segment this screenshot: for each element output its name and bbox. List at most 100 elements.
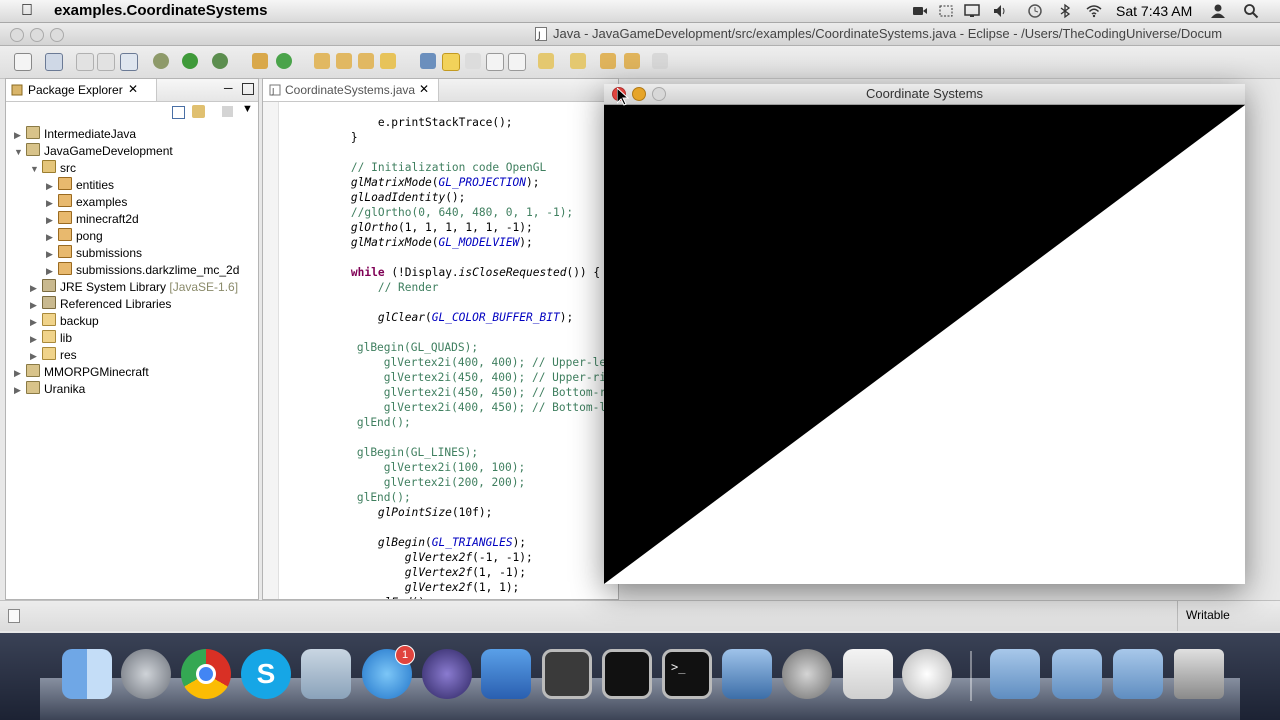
- tree-item[interactable]: ▶ pong: [46, 228, 103, 245]
- window-icon[interactable]: [542, 649, 592, 699]
- chrome-icon[interactable]: [181, 649, 231, 699]
- link-with-editor-icon[interactable]: [192, 105, 205, 118]
- app-menu-title[interactable]: examples.CoordinateSystems: [54, 2, 267, 20]
- tree-item[interactable]: ▶ IntermediateJava: [14, 126, 136, 143]
- collapsed-arrow-icon[interactable]: ▶: [14, 127, 24, 144]
- package-explorer-tab[interactable]: Package Explorer ✕: [6, 79, 157, 101]
- activity-monitor-icon[interactable]: [602, 649, 652, 699]
- collapsed-arrow-icon[interactable]: ▶: [46, 263, 56, 280]
- back-icon[interactable]: [624, 53, 640, 69]
- volume-icon[interactable]: [992, 3, 1008, 19]
- next-annotation-icon[interactable]: [538, 53, 554, 69]
- screen-capture-icon[interactable]: [938, 3, 954, 19]
- tree-item[interactable]: ▶ JRE System Library [JavaSE-1.6]: [30, 279, 238, 296]
- display-icon[interactable]: [964, 3, 980, 19]
- last-edit-location-icon[interactable]: [600, 53, 616, 69]
- collapsed-arrow-icon[interactable]: ▶: [14, 382, 24, 399]
- terminal-icon[interactable]: >_: [662, 649, 712, 699]
- tree-item[interactable]: ▶ minecraft2d: [46, 211, 139, 228]
- java-icon[interactable]: [902, 649, 952, 699]
- opengl-canvas[interactable]: [604, 105, 1245, 584]
- run-external-tool-icon[interactable]: [212, 53, 228, 69]
- editor-text-area[interactable]: e.printStackTrace(); } // Initialization…: [263, 102, 618, 599]
- documents-folder-icon[interactable]: [1052, 649, 1102, 699]
- tree-item[interactable]: ▶ res: [30, 347, 77, 364]
- previous-annotation-icon[interactable]: [570, 53, 586, 69]
- tree-item[interactable]: ▼ src: [30, 160, 76, 177]
- new-java-project-icon[interactable]: [252, 53, 268, 69]
- close-tab-icon[interactable]: ✕: [128, 82, 138, 96]
- forward-icon[interactable]: [652, 53, 668, 69]
- collapsed-arrow-icon[interactable]: ▶: [30, 331, 40, 348]
- expanded-arrow-icon[interactable]: ▼: [14, 144, 24, 161]
- mark-occurrences-icon[interactable]: [442, 53, 460, 71]
- trash-icon[interactable]: [1174, 649, 1224, 699]
- new-icon[interactable]: [14, 53, 32, 71]
- apple-menu-icon[interactable]: : [18, 2, 36, 20]
- tree-item[interactable]: ▶ MMORPGMinecraft: [14, 364, 149, 381]
- collapsed-arrow-icon[interactable]: ▶: [46, 229, 56, 246]
- collapsed-arrow-icon[interactable]: ▶: [46, 178, 56, 195]
- tree-item[interactable]: ▶ examples: [46, 194, 127, 211]
- time-machine-icon[interactable]: [1027, 3, 1043, 19]
- wifi-icon[interactable]: [1086, 3, 1102, 19]
- open-task-icon[interactable]: [336, 53, 352, 69]
- applications-folder-icon[interactable]: [990, 649, 1040, 699]
- save-icon[interactable]: [76, 53, 94, 71]
- tree-item[interactable]: ▶ entities: [46, 177, 114, 194]
- collapsed-arrow-icon[interactable]: ▶: [46, 246, 56, 263]
- close-tab-icon[interactable]: ✕: [419, 82, 429, 96]
- maximize-view-icon[interactable]: [242, 83, 254, 95]
- tree-item[interactable]: ▼ JavaGameDevelopment: [14, 143, 173, 160]
- fast-view-icon[interactable]: [8, 609, 20, 623]
- print-icon[interactable]: [120, 53, 138, 71]
- collapsed-arrow-icon[interactable]: ▶: [14, 365, 24, 382]
- collapsed-arrow-icon[interactable]: ▶: [30, 314, 40, 331]
- close-button[interactable]: [10, 28, 24, 42]
- tree-item[interactable]: ▶ submissions.darkzlime_mc_2d: [46, 262, 239, 279]
- tree-item[interactable]: ▶ backup: [30, 313, 99, 330]
- user-account-icon[interactable]: [1210, 3, 1226, 19]
- minimize-view-icon[interactable]: ─: [224, 81, 233, 95]
- app-store-icon[interactable]: 1: [362, 645, 415, 699]
- save-all-icon[interactable]: [97, 53, 115, 71]
- downloads-folder-icon[interactable]: [1113, 649, 1163, 699]
- tree-item[interactable]: ▶ lib: [30, 330, 72, 347]
- open-type-icon[interactable]: [314, 53, 330, 69]
- collapse-all-icon[interactable]: [172, 106, 185, 119]
- open-resource-icon[interactable]: [380, 53, 396, 69]
- collapsed-arrow-icon[interactable]: ▶: [30, 348, 40, 365]
- block-selection-icon[interactable]: [465, 53, 481, 69]
- mail-icon[interactable]: [301, 649, 351, 699]
- launchpad-icon[interactable]: [121, 649, 171, 699]
- keynote-icon[interactable]: [722, 649, 772, 699]
- xcode-icon[interactable]: [481, 649, 531, 699]
- collapsed-arrow-icon[interactable]: ▶: [30, 280, 40, 297]
- tree-item[interactable]: ▶ submissions: [46, 245, 142, 262]
- paragraph-marks-icon[interactable]: [508, 53, 526, 71]
- expanded-arrow-icon[interactable]: ▼: [30, 161, 40, 178]
- toggle-annotation-icon[interactable]: [420, 53, 436, 69]
- debug-icon[interactable]: [153, 53, 169, 69]
- eclipse-icon[interactable]: [422, 649, 472, 699]
- bluetooth-icon[interactable]: [1057, 3, 1073, 19]
- script-editor-icon[interactable]: [843, 649, 893, 699]
- editor-tab-coordinatesystems[interactable]: J CoordinateSystems.java ✕: [263, 79, 439, 101]
- tree-item[interactable]: ▶ Referenced Libraries: [30, 296, 171, 313]
- skype-icon[interactable]: S: [241, 649, 291, 699]
- coordinate-systems-titlebar[interactable]: Coordinate Systems: [604, 84, 1245, 105]
- tree-item[interactable]: ▶ Uranika: [14, 381, 85, 398]
- facetime-camera-icon[interactable]: [912, 3, 928, 19]
- collapsed-arrow-icon[interactable]: ▶: [46, 212, 56, 229]
- show-whitespace-icon[interactable]: [486, 53, 504, 71]
- collapsed-arrow-icon[interactable]: ▶: [46, 195, 56, 212]
- filter-icon[interactable]: [222, 106, 233, 117]
- system-preferences-icon[interactable]: [782, 649, 832, 699]
- finder-icon[interactable]: [62, 649, 112, 699]
- minimize-button[interactable]: [30, 28, 44, 42]
- new-java-class-icon[interactable]: [276, 53, 292, 69]
- search-icon[interactable]: [358, 53, 374, 69]
- collapsed-arrow-icon[interactable]: ▶: [30, 297, 40, 314]
- view-menu-icon[interactable]: ▼: [242, 103, 253, 115]
- new-wizard-icon[interactable]: [45, 53, 63, 71]
